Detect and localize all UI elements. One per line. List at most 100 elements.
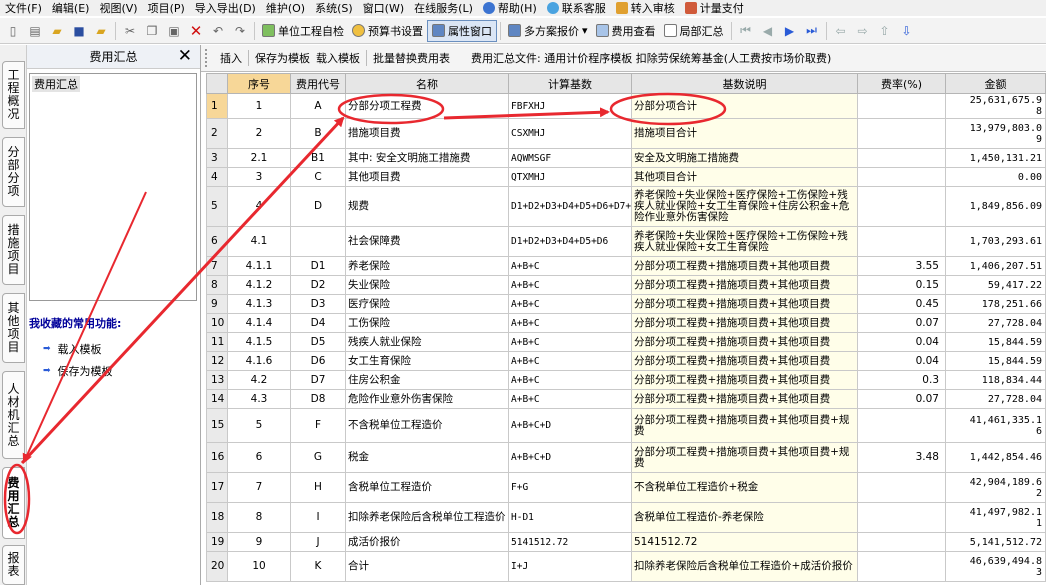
cell-amount[interactable]: 0.00 — [945, 167, 1046, 187]
cell-seq[interactable]: 4.1.2 — [227, 275, 291, 295]
cell-base-desc[interactable]: 分部分项工程费+措施项目费+其他项目费 — [631, 351, 858, 371]
cell-amount[interactable]: 13,979,803.0 9 — [945, 118, 1046, 149]
cell-code[interactable]: D1 — [290, 256, 346, 276]
menu-edit[interactable]: 编辑(E) — [47, 0, 95, 16]
cell-code[interactable]: K — [290, 551, 346, 582]
cell-base-desc[interactable]: 扣除养老保险后含税单位工程造价+成活价报价 — [631, 551, 858, 582]
cell-rate[interactable] — [857, 502, 946, 533]
property-window-button[interactable]: 属性窗口 — [427, 19, 497, 42]
table-row[interactable]: 20 10 K 合计 I+J 扣除养老保险后含税单位工程造价+成活价报价 46,639,49… — [206, 551, 1046, 582]
move-left-icon[interactable]: ⇦ — [832, 22, 850, 40]
cell-name[interactable]: 规费 — [345, 186, 509, 227]
cell-code[interactable]: C — [290, 167, 346, 187]
menu-transfer-audit[interactable]: 转入审核 — [611, 0, 680, 16]
paste-icon[interactable]: ▣ — [165, 22, 183, 40]
cell-rate[interactable]: 0.45 — [857, 294, 946, 314]
cell-seq[interactable]: 4.3 — [227, 389, 291, 409]
tab-sub-items[interactable]: 分部分项 — [2, 137, 25, 207]
cell-rate[interactable] — [857, 551, 946, 582]
cell-code[interactable]: I — [290, 502, 346, 533]
cell-code[interactable]: B — [290, 118, 346, 149]
cell-base[interactable]: A+B+C — [508, 313, 632, 333]
cell-amount[interactable]: 41,461,335.1 6 — [945, 408, 1046, 443]
tab-project-overview[interactable]: 工程概况 — [2, 61, 25, 129]
cell-name[interactable]: 措施项目费 — [345, 118, 509, 149]
cell-name[interactable]: 医疗保险 — [345, 294, 509, 314]
cell-amount[interactable]: 1,442,854.46 — [945, 442, 1046, 473]
cell-amount[interactable]: 59,417.22 — [945, 275, 1046, 295]
table-row[interactable]: 15 5 F 不含税单位工程造价 A+B+C+D 分部分项工程费+措施项目费+其他项目费+… — [206, 408, 1046, 443]
cell-seq[interactable]: 2.1 — [227, 148, 291, 168]
table-row[interactable]: 9 4.1.3 D3 医疗保险 A+B+C 分部分项工程费+措施项目费+其他项目费 0.45… — [206, 294, 1046, 314]
cell-code[interactable]: D8 — [290, 389, 346, 409]
cell-base-desc[interactable]: 分部分项工程费+措施项目费+其他项目费 — [631, 275, 858, 295]
cell-rate[interactable] — [857, 148, 946, 168]
next-record-icon[interactable]: ▶ — [781, 22, 799, 40]
table-row[interactable]: 7 4.1.1 D1 养老保险 A+B+C 分部分项工程费+措施项目费+其他项目费 3.55… — [206, 256, 1046, 276]
cell-code[interactable]: D2 — [290, 275, 346, 295]
undo-icon[interactable]: ↶ — [209, 22, 227, 40]
save-icon[interactable]: ■ — [70, 22, 88, 40]
cell-seq[interactable]: 10 — [227, 551, 291, 582]
cell-name[interactable]: 社会保障费 — [345, 226, 509, 257]
table-row[interactable]: 6 4.1 社会保障费 D1+D2+D3+D4+D5+D6 养老保险+失业保险+医疗保险… — [206, 226, 1046, 257]
redo-icon[interactable]: ↷ — [231, 22, 249, 40]
cell-code[interactable]: H — [290, 472, 346, 503]
column-header-code[interactable]: 费用代号 — [290, 73, 346, 94]
cell-rate[interactable] — [857, 472, 946, 503]
table-row[interactable]: 3 2.1 B1 其中: 安全文明施工措施费 AQWMSGF 安全及文明施工措施费 1,45… — [206, 148, 1046, 168]
column-header-base[interactable]: 计算基数 — [508, 73, 632, 94]
cell-base[interactable]: A+B+C — [508, 389, 632, 409]
close-icon[interactable]: ✕ — [178, 46, 192, 66]
cell-amount[interactable]: 5,141,512.72 — [945, 532, 1046, 552]
cell-rate[interactable] — [857, 93, 946, 119]
cell-base-desc[interactable]: 分部分项工程费+措施项目费+其他项目费 — [631, 370, 858, 390]
cell-amount[interactable]: 25,631,675.9 8 — [945, 93, 1046, 119]
cell-name[interactable]: 工伤保险 — [345, 313, 509, 333]
cell-name[interactable]: 危险作业意外伤害保险 — [345, 389, 509, 409]
insert-button[interactable]: 插入 — [217, 50, 245, 66]
cell-base[interactable]: FBFXHJ — [508, 93, 632, 119]
cell-base-desc[interactable]: 分部分项工程费+措施项目费+其他项目费 — [631, 332, 858, 352]
cell-name[interactable]: 含税单位工程造价 — [345, 472, 509, 503]
cell-code[interactable] — [290, 226, 346, 257]
column-header-name[interactable]: 名称 — [345, 73, 509, 94]
menu-online-service[interactable]: 在线服务(L) — [409, 0, 478, 16]
table-row[interactable]: 14 4.3 D8 危险作业意外伤害保险 A+B+C 分部分项工程费+措施项目费+其他项目… — [206, 389, 1046, 409]
cell-seq[interactable]: 4.1.5 — [227, 332, 291, 352]
cell-amount[interactable]: 42,904,189.6 2 — [945, 472, 1046, 503]
new-project-icon[interactable]: ▤ — [26, 22, 44, 40]
cell-code[interactable]: B1 — [290, 148, 346, 168]
cell-seq[interactable]: 9 — [227, 532, 291, 552]
cell-name[interactable]: 女工生育保险 — [345, 351, 509, 371]
cell-base[interactable]: A+B+C — [508, 370, 632, 390]
cell-rate[interactable] — [857, 408, 946, 443]
cell-base-desc[interactable]: 分部分项工程费+措施项目费+其他项目费+规费 — [631, 442, 858, 473]
cell-base[interactable]: QTXMHJ — [508, 167, 632, 187]
cell-rate[interactable] — [857, 186, 946, 227]
save-template-link[interactable]: ➡ 保存为模板 — [29, 360, 200, 382]
cell-base-desc[interactable]: 分部分项合计 — [631, 93, 858, 119]
cell-code[interactable]: D4 — [290, 313, 346, 333]
column-header-seq[interactable]: 序号 — [227, 73, 291, 94]
cell-seq[interactable]: 8 — [227, 502, 291, 533]
cell-base-desc[interactable]: 养老保险+失业保险+医疗保险+工伤保险+残疾人就业保险+女工生育保险 — [631, 226, 858, 257]
cell-amount[interactable]: 1,849,856.09 — [945, 186, 1046, 227]
cell-seq[interactable]: 4.1 — [227, 226, 291, 257]
tab-labor-material-machine[interactable]: 人材机汇总 — [2, 371, 25, 459]
cell-base[interactable]: A+B+C — [508, 275, 632, 295]
menu-maintain[interactable]: 维护(O) — [261, 0, 310, 16]
cell-name[interactable]: 失业保险 — [345, 275, 509, 295]
copy-icon[interactable]: ❐ — [143, 22, 161, 40]
cell-rate[interactable] — [857, 118, 946, 149]
cell-rate[interactable]: 0.04 — [857, 351, 946, 371]
cell-base[interactable]: I+J — [508, 551, 632, 582]
cell-base[interactable]: A+B+C — [508, 351, 632, 371]
cell-base-desc[interactable]: 分部分项工程费+措施项目费+其他项目费+规费 — [631, 408, 858, 443]
first-record-icon[interactable]: ⏮ — [737, 22, 755, 40]
cell-amount[interactable]: 46,639,494.8 3 — [945, 551, 1046, 582]
cell-amount[interactable]: 1,406,207.51 — [945, 256, 1046, 276]
open-folder-icon[interactable]: ▰ — [48, 22, 66, 40]
cell-amount[interactable]: 178,251.66 — [945, 294, 1046, 314]
table-row[interactable]: 18 8 I 扣除养老保险后含税单位工程造价 H-D1 含税单位工程造价-养老保险 41,4… — [206, 502, 1046, 533]
